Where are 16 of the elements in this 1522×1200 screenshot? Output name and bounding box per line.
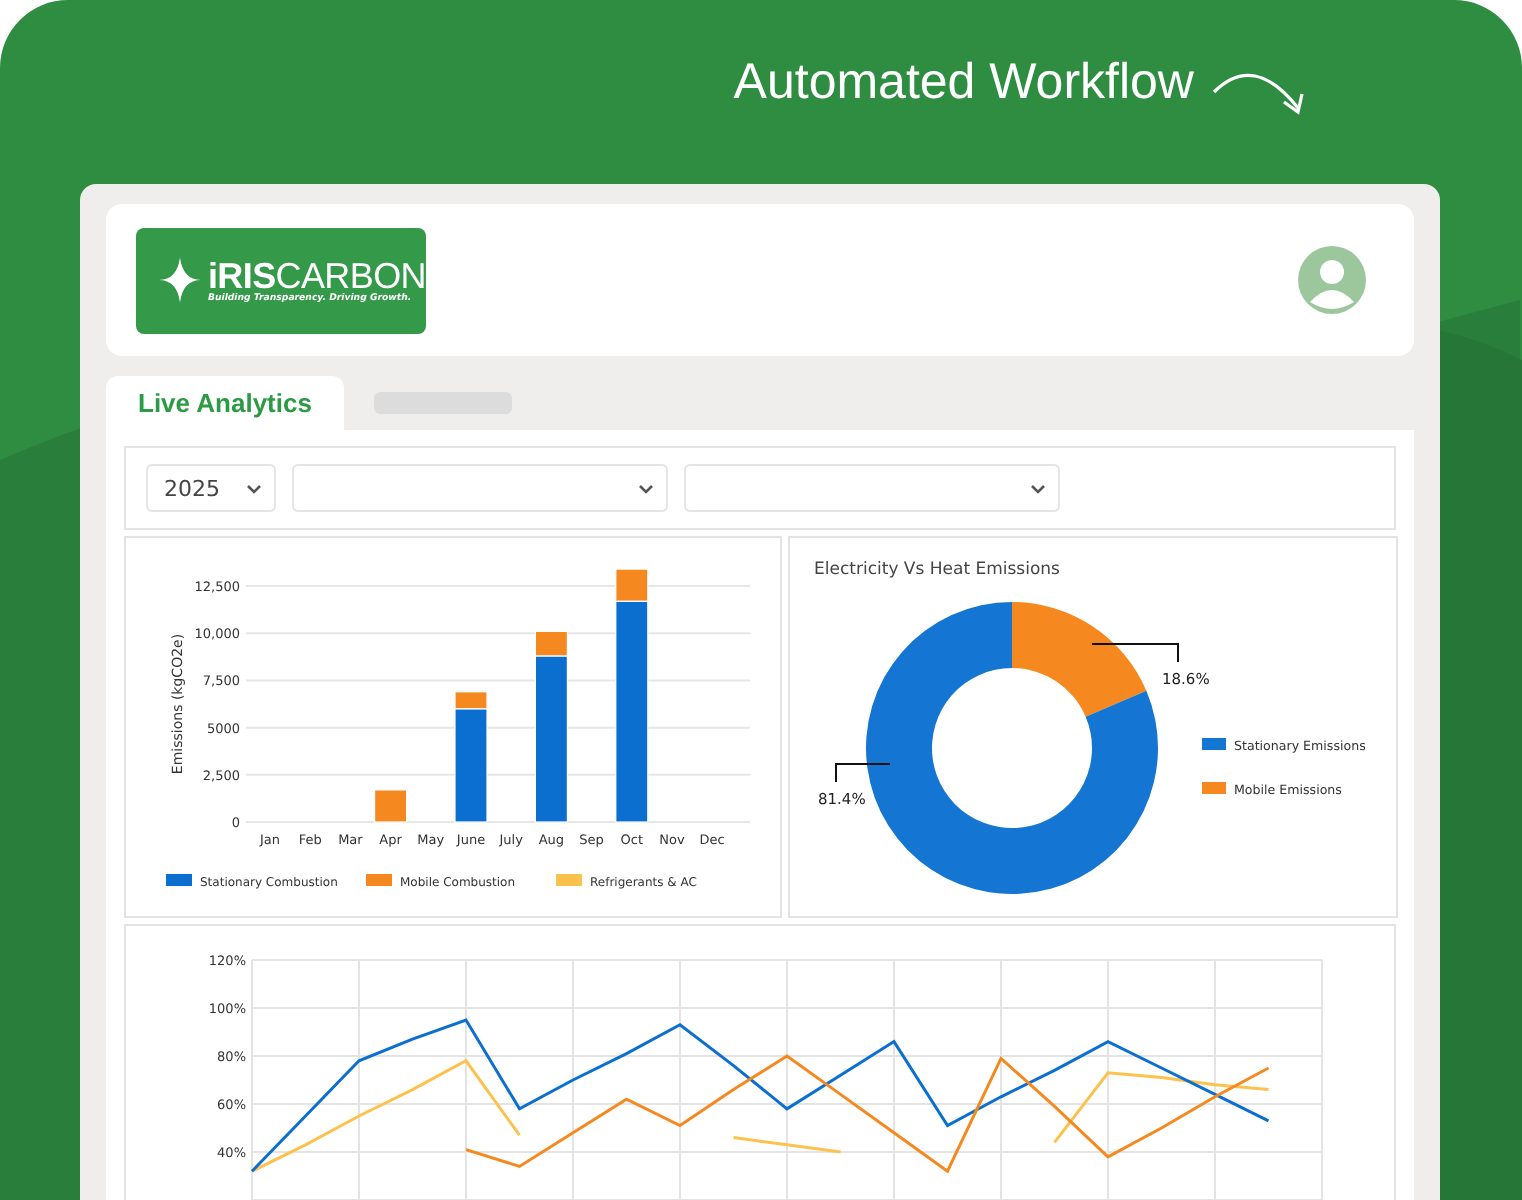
- dropdown[interactable]: [684, 464, 1060, 512]
- chevron-down-icon: [638, 483, 654, 493]
- year-dropdown[interactable]: 2025: [146, 464, 276, 512]
- dropdown[interactable]: [292, 464, 668, 512]
- legend-swatch: [1202, 782, 1226, 794]
- tab[interactable]: Live Analytics: [106, 376, 344, 430]
- legend-swatch: [1202, 738, 1226, 750]
- leader-line: [1091, 643, 1179, 663]
- chevron-down-icon: [246, 483, 262, 493]
- chevron-down-icon: [1030, 483, 1046, 493]
- page-title: Automated Workflow: [733, 53, 1194, 111]
- bar: [374, 789, 408, 823]
- user-avatar-icon[interactable]: [1298, 246, 1366, 314]
- logo-text: iRISCARBON: [207, 257, 426, 293]
- leader-line: [835, 763, 891, 783]
- chart-title: Electricity Vs Heat Emissions: [814, 560, 1060, 580]
